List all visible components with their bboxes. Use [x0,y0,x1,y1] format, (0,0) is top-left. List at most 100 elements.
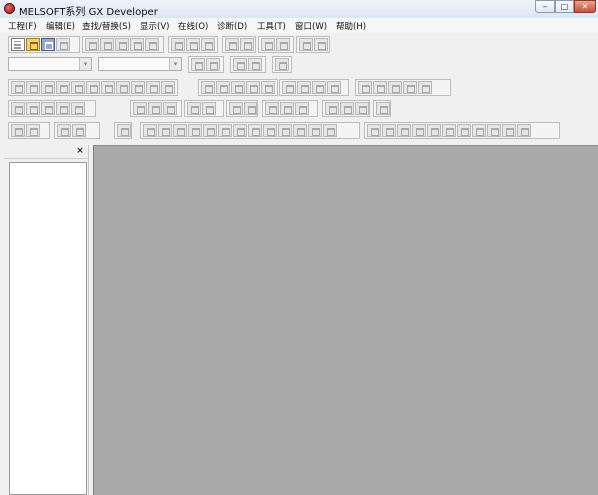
statement-edit-icon[interactable] [26,102,40,115]
insert-row-icon[interactable] [358,81,372,94]
sfc-parallel-merge-icon[interactable] [203,124,217,137]
device-list-icon[interactable] [206,58,220,71]
close-button[interactable]: ✕ [574,0,596,13]
parallel-no-contact-icon[interactable] [26,81,40,94]
timing-chart-icon[interactable] [325,102,339,115]
sfc-jump-icon[interactable] [117,124,131,137]
simulation-stop-icon[interactable] [280,102,294,115]
trace-icon[interactable] [187,102,201,115]
copy-icon[interactable] [100,38,114,51]
sfc-selection-merge-icon[interactable] [188,124,202,137]
program-check-icon[interactable] [376,102,390,115]
sfc-step-icon[interactable] [11,124,25,137]
device-register-icon[interactable] [148,102,162,115]
sfc-transition-icon[interactable] [143,124,157,137]
buffer-memory-icon[interactable] [340,102,354,115]
sfc-stop-icon[interactable] [427,124,441,137]
diagnostics-icon[interactable] [299,38,313,51]
ladder-comment-icon[interactable] [418,81,432,94]
sfc-convert-icon[interactable] [293,124,307,137]
sfc-block-start-icon[interactable] [26,124,40,137]
sfc-list-icon[interactable] [323,124,337,137]
sfc-comment-icon[interactable] [263,124,277,137]
project-tree[interactable] [9,162,87,495]
display-comment-icon[interactable] [71,102,85,115]
menu-edit[interactable]: 编辑(E) [46,20,75,32]
parameter-icon[interactable] [314,38,328,51]
delete-row-icon[interactable] [373,81,387,94]
entry-ladder-icon[interactable] [355,102,369,115]
delete-column-icon[interactable] [403,81,417,94]
alias-edit-icon[interactable] [56,102,70,115]
operation-result-icon[interactable] [261,81,275,94]
ladder-mode-icon[interactable] [233,58,247,71]
delete-vertical-line-icon[interactable] [146,81,160,94]
menu-help[interactable]: 帮助(H) [336,20,366,32]
no-contact-icon[interactable] [11,81,25,94]
sfc-parallel-branch-icon[interactable] [173,124,187,137]
print-icon[interactable] [56,38,70,51]
line-delete-icon[interactable] [327,81,341,94]
sfc-settings-icon[interactable] [502,124,516,137]
sfc-info-icon[interactable] [517,124,531,137]
write-to-plc-icon[interactable] [225,38,239,51]
rising-pulse-icon[interactable] [161,81,175,94]
sampling-icon[interactable] [202,102,216,115]
comment-combo[interactable]: ▾ [98,57,182,71]
find-device-icon[interactable] [171,38,185,51]
program-list-icon[interactable] [191,58,205,71]
sfc-active-step-icon[interactable] [472,124,486,137]
sfc-start-icon[interactable] [412,124,426,137]
redo-icon[interactable] [145,38,159,51]
nc-contact-icon[interactable] [41,81,55,94]
save-project-icon[interactable] [41,38,55,51]
vertical-line-icon[interactable] [116,81,130,94]
view-icon[interactable] [275,58,289,71]
parallel-nc-contact-icon[interactable] [56,81,70,94]
cut-icon[interactable] [85,38,99,51]
skip-run-icon[interactable] [243,102,257,115]
ladder-logic-test-icon[interactable] [295,102,309,115]
falling-pulse-icon[interactable] [201,81,215,94]
menu-diagnostics[interactable]: 诊断(D) [217,20,247,32]
sfc-selection-branch-icon[interactable] [158,124,172,137]
delete-horizontal-line-icon[interactable] [131,81,145,94]
sfc-zoom-icon[interactable] [278,124,292,137]
panel-close-icon[interactable]: × [75,146,85,156]
parallel-rising-pulse-icon[interactable] [216,81,230,94]
menu-tools[interactable]: 工具(T) [257,20,286,32]
sfc-auto-scroll-icon[interactable] [382,124,396,137]
sfc-delete-line-icon[interactable] [248,124,262,137]
comment-edit-icon[interactable] [11,102,25,115]
new-project-icon[interactable] [11,38,25,51]
program-combo[interactable]: ▾ [8,57,92,71]
mdi-workspace[interactable] [93,145,598,495]
device-batch-icon[interactable] [133,102,147,115]
sfc-vertical-line-icon[interactable] [218,124,232,137]
sfc-batch-monitor-icon[interactable] [397,124,411,137]
paste-icon[interactable] [115,38,129,51]
horizontal-line-icon[interactable] [101,81,115,94]
note-edit-icon[interactable] [41,102,55,115]
minimize-button[interactable]: ‒ [535,0,555,13]
undo-icon[interactable] [130,38,144,51]
draw-line-icon[interactable] [282,81,296,94]
menu-find-replace[interactable]: 查找/替换(S) [82,20,131,32]
application-instruction-icon[interactable] [86,81,100,94]
find-instruction-icon[interactable] [186,38,200,51]
parallel-falling-pulse-icon[interactable] [231,81,245,94]
delete-line-icon[interactable] [297,81,311,94]
sfc-block-monitor-icon[interactable] [457,124,471,137]
sfc-dummy-step-icon[interactable] [72,124,86,137]
read-from-plc-icon[interactable] [240,38,254,51]
sfc-block-list-icon[interactable] [487,124,501,137]
insert-column-icon[interactable] [388,81,402,94]
menu-project[interactable]: 工程(F) [8,20,37,32]
step-run-icon[interactable] [229,102,243,115]
sfc-step-trace-icon[interactable] [442,124,456,137]
sfc-horizontal-line-icon[interactable] [233,124,247,137]
list-mode-icon[interactable] [248,58,262,71]
invert-icon[interactable] [246,81,260,94]
sfc-ladder-icon[interactable] [308,124,322,137]
sfc-end-step-icon[interactable] [57,124,71,137]
